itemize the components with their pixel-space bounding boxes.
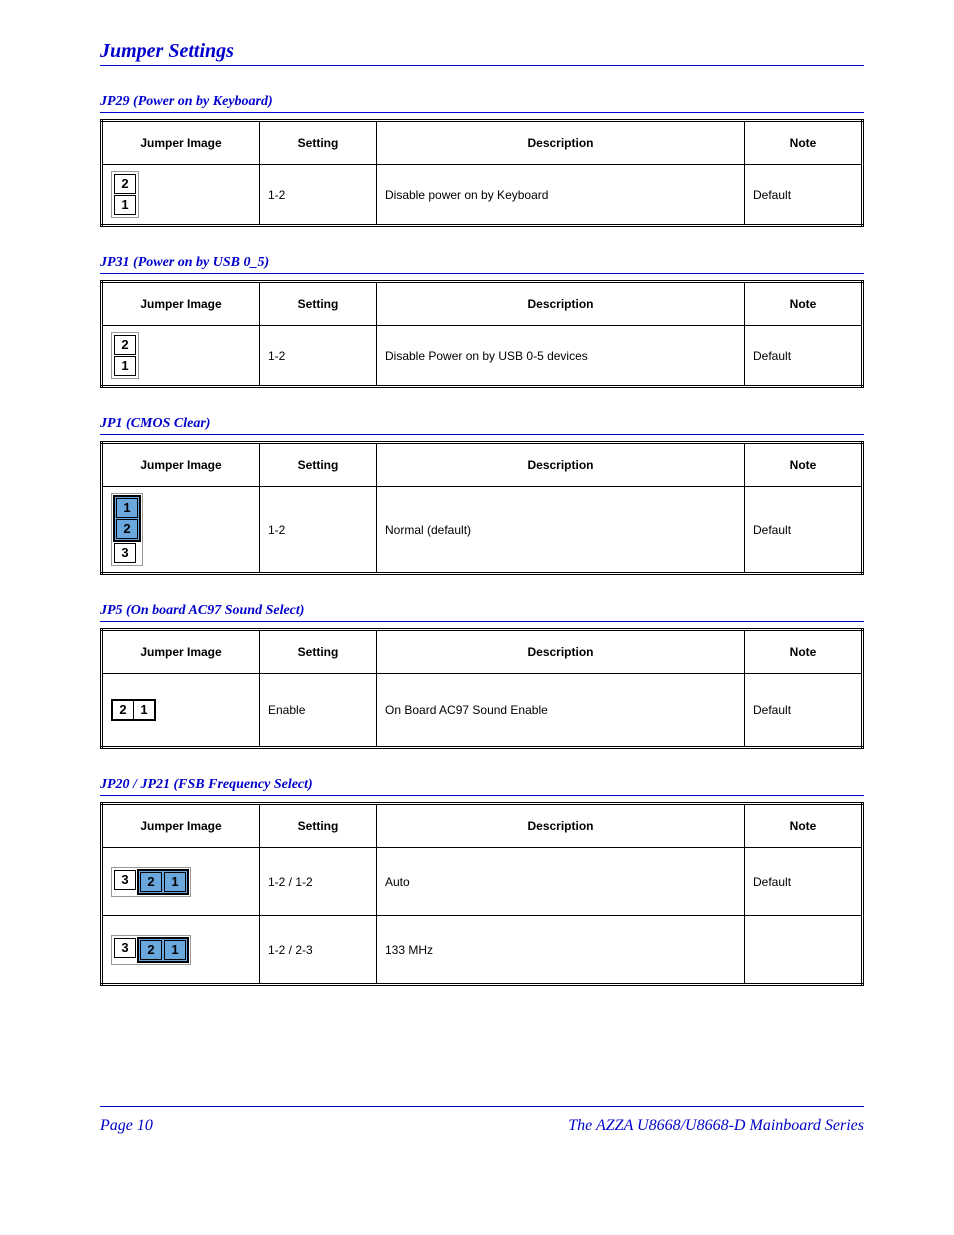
pin-1: 1 bbox=[164, 872, 186, 892]
pins-horizontal-3-join12: 1 2 3 bbox=[111, 935, 191, 965]
footer-rule bbox=[100, 1106, 864, 1107]
table-jp31: Jumper Image Setting Description Note 2 … bbox=[100, 280, 864, 388]
col-note: Note bbox=[745, 804, 863, 848]
col-description: Description bbox=[377, 282, 745, 326]
pins-joined-1-2: 1 2 bbox=[137, 937, 189, 963]
table-header-row: Jumper Image Setting Description Note bbox=[102, 630, 863, 674]
col-description: Description bbox=[377, 121, 745, 165]
col-setting: Setting bbox=[260, 121, 377, 165]
description-cell: Disable power on by Keyboard bbox=[377, 165, 745, 226]
pins-vertical-2: 2 1 bbox=[111, 332, 139, 379]
pin-2: 2 bbox=[112, 700, 133, 720]
table-jp20-21: Jumper Image Setting Description Note 1 … bbox=[100, 802, 864, 986]
description-cell: 133 MHz bbox=[377, 916, 745, 985]
table-jp1: Jumper Image Setting Description Note 1 … bbox=[100, 441, 864, 575]
footer-page-number: Page 10 bbox=[100, 1117, 153, 1135]
pins-vertical-2: 2 1 bbox=[111, 171, 139, 218]
pin-3: 3 bbox=[114, 870, 136, 890]
setting-cell: 1-2 bbox=[260, 326, 377, 387]
setting-cell: 1-2 bbox=[260, 487, 377, 574]
col-setting: Setting bbox=[260, 282, 377, 326]
setting-cell: Enable bbox=[260, 674, 377, 748]
description-cell: Disable Power on by USB 0-5 devices bbox=[377, 326, 745, 387]
col-image: Jumper Image bbox=[102, 630, 260, 674]
footer-product-name: The AZZA U8668/U8668-D Mainboard Series bbox=[568, 1117, 864, 1135]
col-image: Jumper Image bbox=[102, 443, 260, 487]
pin-2: 2 bbox=[140, 872, 162, 892]
col-image: Jumper Image bbox=[102, 282, 260, 326]
table-header-row: Jumper Image Setting Description Note bbox=[102, 282, 863, 326]
jumper-image-cell: 2 1 bbox=[102, 165, 260, 226]
table-row: 1 2 3 1-2 / 2-3 133 MHz bbox=[102, 916, 863, 985]
table-row: 1 2 3 1-2 / 1-2 Auto Default bbox=[102, 848, 863, 916]
col-image: Jumper Image bbox=[102, 804, 260, 848]
table-jp5: Jumper Image Setting Description Note 1 … bbox=[100, 628, 864, 749]
table-header-row: Jumper Image Setting Description Note bbox=[102, 443, 863, 487]
pins-horizontal-2: 1 2 bbox=[111, 699, 156, 721]
note-cell: Default bbox=[745, 487, 863, 574]
section-title-1: JP31 (Power on by USB 0_5) bbox=[100, 255, 864, 274]
col-setting: Setting bbox=[260, 443, 377, 487]
pins-horizontal-3-join12: 1 2 3 bbox=[111, 867, 191, 897]
section-title-4: JP20 / JP21 (FSB Frequency Select) bbox=[100, 777, 864, 796]
col-description: Description bbox=[377, 630, 745, 674]
col-note: Note bbox=[745, 282, 863, 326]
note-cell bbox=[745, 916, 863, 985]
jumper-image-cell: 1 2 bbox=[102, 674, 260, 748]
jumper-image-cell: 1 2 3 bbox=[102, 848, 260, 916]
table-header-row: Jumper Image Setting Description Note bbox=[102, 121, 863, 165]
description-cell: On Board AC97 Sound Enable bbox=[377, 674, 745, 748]
col-setting: Setting bbox=[260, 630, 377, 674]
pin-3: 3 bbox=[114, 938, 136, 958]
section-title-0: JP29 (Power on by Keyboard) bbox=[100, 94, 864, 113]
pins-joined-1-2: 1 2 bbox=[137, 869, 189, 895]
pin-2: 2 bbox=[114, 174, 136, 194]
table-row: 1 2 3 1-2 Normal (default) Default bbox=[102, 487, 863, 574]
description-cell: Auto bbox=[377, 848, 745, 916]
note-cell: Default bbox=[745, 326, 863, 387]
section-title-3: JP5 (On board AC97 Sound Select) bbox=[100, 603, 864, 622]
pin-1: 1 bbox=[116, 498, 138, 518]
jumper-image-cell: 1 2 3 bbox=[102, 916, 260, 985]
col-description: Description bbox=[377, 443, 745, 487]
pin-3: 3 bbox=[114, 543, 136, 563]
col-note: Note bbox=[745, 443, 863, 487]
pins-joined-1-2: 1 2 bbox=[113, 495, 141, 542]
col-image: Jumper Image bbox=[102, 121, 260, 165]
pin-2: 2 bbox=[140, 940, 162, 960]
setting-cell: 1-2 bbox=[260, 165, 377, 226]
setting-cell: 1-2 / 1-2 bbox=[260, 848, 377, 916]
pin-1: 1 bbox=[114, 356, 136, 376]
pin-1: 1 bbox=[164, 940, 186, 960]
pin-2: 2 bbox=[114, 335, 136, 355]
col-note: Note bbox=[745, 121, 863, 165]
setting-cell: 1-2 / 2-3 bbox=[260, 916, 377, 985]
table-row: 2 1 1-2 Disable Power on by USB 0-5 devi… bbox=[102, 326, 863, 387]
description-cell: Normal (default) bbox=[377, 487, 745, 574]
table-row: 1 2 Enable On Board AC97 Sound Enable De… bbox=[102, 674, 863, 748]
table-header-row: Jumper Image Setting Description Note bbox=[102, 804, 863, 848]
table-jp29: Jumper Image Setting Description Note 2 … bbox=[100, 119, 864, 227]
jumper-image-cell: 1 2 3 bbox=[102, 487, 260, 574]
note-cell: Default bbox=[745, 848, 863, 916]
pin-2: 2 bbox=[116, 519, 138, 539]
col-description: Description bbox=[377, 804, 745, 848]
pin-1: 1 bbox=[133, 700, 155, 720]
note-cell: Default bbox=[745, 674, 863, 748]
table-row: 2 1 1-2 Disable power on by Keyboard Def… bbox=[102, 165, 863, 226]
page-footer: Page 10 The AZZA U8668/U8668-D Mainboard… bbox=[100, 1106, 864, 1135]
pin-1: 1 bbox=[114, 195, 136, 215]
jumper-image-cell: 2 1 bbox=[102, 326, 260, 387]
page-title: Jumper Settings bbox=[100, 40, 864, 66]
note-cell: Default bbox=[745, 165, 863, 226]
col-note: Note bbox=[745, 630, 863, 674]
col-setting: Setting bbox=[260, 804, 377, 848]
section-title-2: JP1 (CMOS Clear) bbox=[100, 416, 864, 435]
pins-vertical-3-join12: 1 2 3 bbox=[111, 493, 143, 566]
